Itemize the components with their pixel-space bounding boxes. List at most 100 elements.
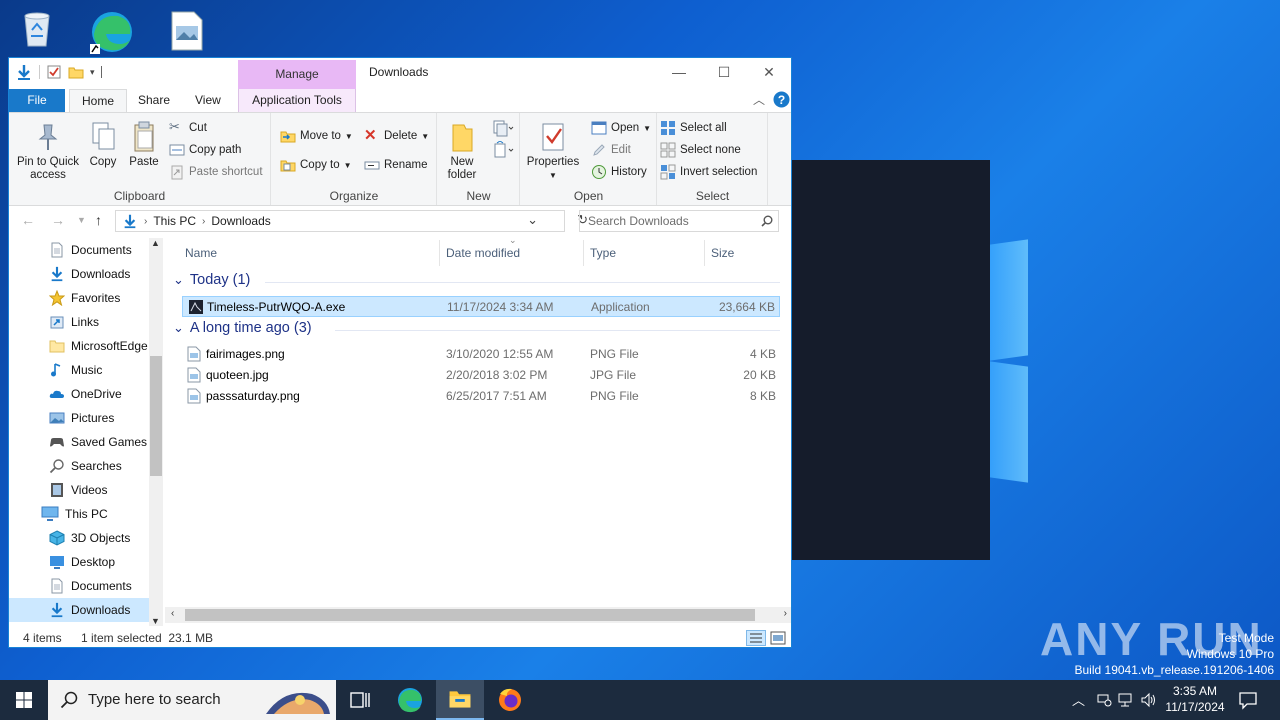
- paste-shortcut-button[interactable]: Paste shortcut: [169, 163, 263, 181]
- nav-item-pictures[interactable]: Pictures: [9, 406, 149, 430]
- up-arrow-icon[interactable]: ↑: [95, 212, 102, 228]
- minimize-button[interactable]: —: [656, 58, 702, 86]
- invert-selection-button[interactable]: Invert selection: [660, 163, 757, 181]
- column-separator[interactable]: [439, 240, 440, 266]
- nav-item-3d-objects[interactable]: 3D Objects: [9, 526, 149, 550]
- address-dropdown-chevron-icon[interactable]: ⌄: [527, 212, 538, 228]
- open-button[interactable]: Open ▼: [591, 119, 651, 137]
- cut-button[interactable]: ✂ Cut: [169, 119, 207, 137]
- nav-item-microsoftedge[interactable]: MicrosoftEdge: [9, 334, 149, 358]
- column-header-date[interactable]: Date modified: [446, 246, 520, 260]
- network-status-icon[interactable]: [1096, 692, 1112, 708]
- nav-item-searches[interactable]: Searches: [9, 454, 149, 478]
- taskbar-search-box[interactable]: Type here to search: [48, 680, 336, 720]
- tab-view[interactable]: View: [183, 89, 233, 112]
- breadcrumb-downloads[interactable]: Downloads: [211, 214, 270, 228]
- properties-button[interactable]: Properties ▼: [525, 121, 581, 182]
- nav-item-documents[interactable]: Documents: [9, 238, 149, 262]
- column-separator[interactable]: [583, 240, 584, 266]
- scroll-up-icon[interactable]: ▲: [151, 238, 160, 248]
- horizontal-scrollbar-thumb[interactable]: [185, 609, 755, 621]
- select-none-button[interactable]: Select none: [660, 141, 741, 159]
- edit-button[interactable]: Edit: [591, 141, 631, 159]
- new-folder-icon[interactable]: [68, 64, 84, 80]
- recent-locations-chevron-icon[interactable]: ▼: [77, 215, 86, 225]
- file-explorer-taskbar-icon[interactable]: [436, 680, 484, 720]
- tab-share[interactable]: Share: [126, 89, 182, 112]
- notification-center-icon[interactable]: [1238, 690, 1258, 710]
- properties-check-icon[interactable]: [46, 64, 62, 80]
- collapse-ribbon-chevron-icon[interactable]: ︿: [753, 91, 765, 108]
- column-header-type[interactable]: Type: [590, 246, 616, 260]
- back-arrow-icon[interactable]: ←: [21, 212, 35, 228]
- nav-scrollbar-thumb[interactable]: [150, 356, 162, 476]
- history-button[interactable]: History: [591, 163, 647, 181]
- scroll-right-icon[interactable]: ›: [784, 608, 787, 619]
- nav-item-downloads[interactable]: Downloads: [9, 262, 149, 286]
- chevron-down-icon[interactable]: ▾: [90, 67, 95, 78]
- nav-item-desktop[interactable]: Desktop: [9, 550, 149, 574]
- taskbar-clock[interactable]: 3:35 AM 11/17/2024: [1160, 683, 1230, 715]
- tab-home[interactable]: Home: [69, 89, 128, 112]
- file-group-header[interactable]: ⌄ Today (1): [173, 272, 250, 288]
- start-windows-icon[interactable]: [0, 680, 48, 720]
- easy-access-icon[interactable]: [492, 141, 514, 159]
- nav-item-videos[interactable]: Videos: [9, 478, 149, 502]
- file-row[interactable]: Timeless-PutrWQO-A.exe 11/17/2024 3:34 AM…: [182, 296, 780, 317]
- nav-pane-scrollbar[interactable]: ▲ ▼: [149, 238, 163, 626]
- help-icon[interactable]: ?: [773, 91, 790, 108]
- paste-button[interactable]: Paste: [127, 121, 161, 169]
- recycle-bin-icon[interactable]: [17, 8, 57, 48]
- new-item-icon[interactable]: [492, 119, 514, 137]
- nav-item-music[interactable]: Music: [9, 358, 149, 382]
- ethernet-icon[interactable]: [1118, 692, 1134, 708]
- file-group-header[interactable]: ⌄ A long time ago (3): [173, 320, 312, 336]
- large-icons-view-icon[interactable]: [770, 630, 786, 646]
- forward-arrow-icon[interactable]: →: [51, 212, 65, 228]
- close-button[interactable]: ✕: [746, 58, 792, 86]
- image-file-desktop-icon[interactable]: [170, 10, 204, 52]
- move-to-button[interactable]: Move to ▼: [280, 127, 353, 145]
- copy-to-button[interactable]: Copy to ▼: [280, 156, 352, 174]
- column-separator[interactable]: [704, 240, 705, 266]
- maximize-button[interactable]: ☐: [701, 58, 747, 86]
- delete-button[interactable]: ✕ Delete ▼: [364, 127, 429, 145]
- nav-item-saved-games[interactable]: Saved Games: [9, 430, 149, 454]
- horizontal-scrollbar[interactable]: ‹ ›: [165, 607, 791, 623]
- pin-to-quick-access-button[interactable]: Pin to Quick access: [13, 121, 83, 182]
- show-hidden-icons-chevron-icon[interactable]: ︿: [1072, 690, 1085, 709]
- collapse-group-chevron-icon[interactable]: ⌄: [173, 320, 184, 336]
- edge-taskbar-icon[interactable]: [386, 680, 434, 720]
- column-header-name[interactable]: Name: [185, 246, 217, 260]
- edge-desktop-icon[interactable]: [88, 8, 136, 56]
- task-view-icon[interactable]: [336, 680, 384, 720]
- volume-speaker-icon[interactable]: [1140, 692, 1156, 708]
- new-folder-button[interactable]: New folder: [442, 121, 482, 182]
- details-view-icon[interactable]: [746, 630, 766, 646]
- nav-item-onedrive[interactable]: OneDrive: [9, 382, 149, 406]
- scroll-down-icon[interactable]: ▼: [151, 616, 160, 626]
- select-all-button[interactable]: Select all: [660, 119, 727, 137]
- nav-item-favorites[interactable]: Favorites: [9, 286, 149, 310]
- firefox-taskbar-icon[interactable]: [486, 680, 534, 720]
- nav-item-this-pc[interactable]: This PC: [9, 502, 149, 526]
- nav-item-links[interactable]: Links: [9, 310, 149, 334]
- search-icon[interactable]: [761, 215, 773, 227]
- tab-application-tools[interactable]: Application Tools: [238, 89, 356, 112]
- copy-button[interactable]: Copy: [87, 121, 119, 169]
- tab-file[interactable]: File: [9, 89, 65, 112]
- scroll-left-icon[interactable]: ‹: [171, 608, 174, 619]
- file-row[interactable]: fairimages.png 3/10/2020 12:55 AM PNG File…: [182, 344, 780, 365]
- address-bar[interactable]: › This PC › Downloads ⌄ ↻: [115, 210, 588, 232]
- nav-item-documents[interactable]: Documents: [9, 574, 149, 598]
- file-row[interactable]: quoteen.jpg 2/20/2018 3:02 PM JPG File 20 K…: [182, 365, 780, 386]
- search-input[interactable]: Search Downloads: [579, 210, 779, 232]
- breadcrumb-this-pc[interactable]: This PC: [153, 214, 196, 228]
- navigation-pane[interactable]: Documents Downloads Favorites Links Microsof…: [9, 238, 163, 626]
- column-header-size[interactable]: Size: [711, 246, 734, 260]
- rename-button[interactable]: Rename: [364, 156, 427, 174]
- collapse-group-chevron-icon[interactable]: ⌄: [173, 272, 184, 288]
- copy-path-button[interactable]: Copy path: [169, 141, 241, 159]
- file-row[interactable]: passsaturday.png 6/25/2017 7:51 AM PNG Fil…: [182, 386, 780, 407]
- title-bar[interactable]: ▾ Manage Downloads — ☐ ✕: [9, 58, 791, 89]
